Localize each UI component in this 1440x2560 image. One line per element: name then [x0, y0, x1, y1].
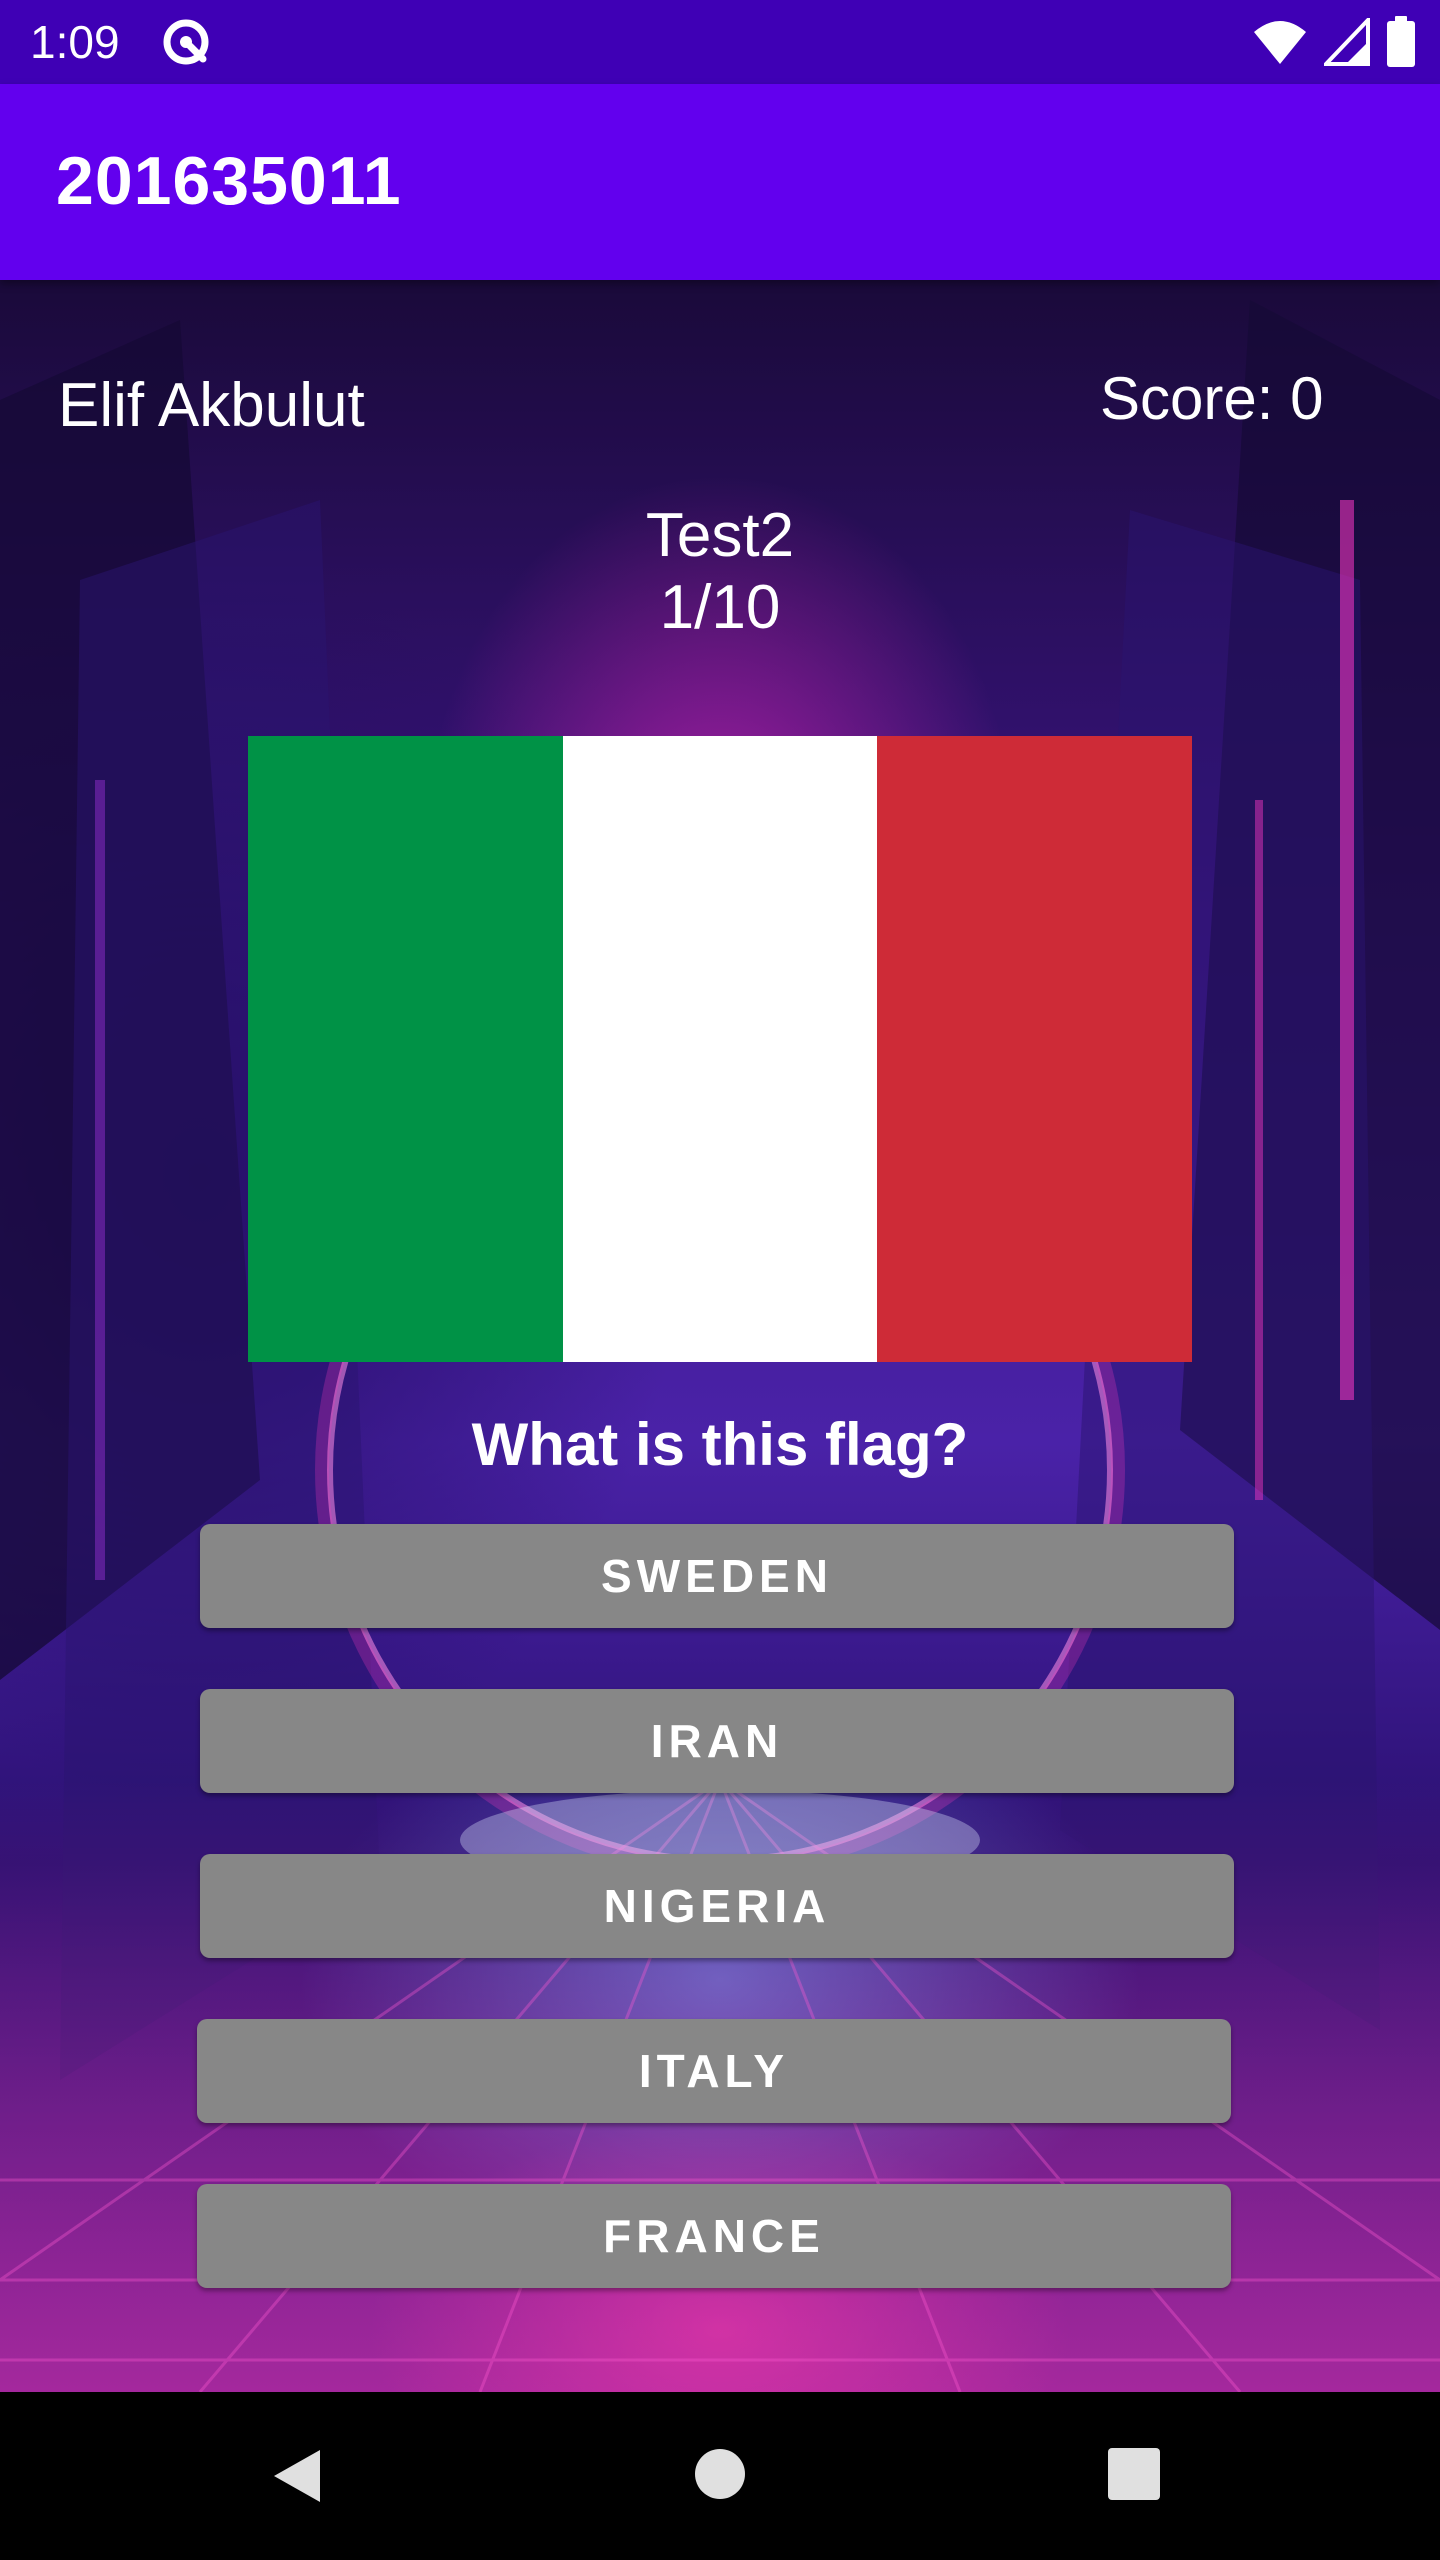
answer-button-5[interactable]: FRANCE	[197, 2184, 1231, 2288]
quiz-content: Elif Akbulut Score: 0 Test2 1/10 What is…	[0, 280, 1440, 2392]
app-bar: 201635011	[0, 84, 1440, 280]
answer-button-1[interactable]: SWEDEN	[200, 1524, 1234, 1628]
notification-icon	[160, 16, 212, 68]
screen: 1:09 201635011 Elif Akbulut Score: 0 Tes…	[0, 0, 1440, 2560]
question-text: What is this flag?	[471, 1411, 969, 1478]
status-bar: 1:09	[0, 0, 1440, 84]
status-time: 1:09	[30, 16, 120, 68]
wifi-icon	[1252, 18, 1308, 71]
score: Score: 0	[1100, 364, 1323, 433]
answer-button-3[interactable]: NIGERIA	[200, 1854, 1234, 1958]
flag-stripe-middle	[562, 736, 878, 1362]
back-icon[interactable]	[270, 2446, 326, 2511]
answer-button-4[interactable]: ITALY	[197, 2019, 1231, 2123]
score-value: 0	[1290, 365, 1324, 432]
flag-stripe-right	[877, 736, 1193, 1362]
battery-icon	[1386, 16, 1416, 73]
user-name: Elif Akbulut	[58, 371, 365, 440]
answer-button-2[interactable]: IRAN	[200, 1689, 1234, 1793]
recents-icon[interactable]	[1108, 2448, 1160, 2505]
score-label: Score:	[1100, 365, 1291, 432]
question-progress: 1/10	[659, 573, 781, 642]
test-name: Test2	[645, 501, 795, 570]
flag-stripe-left	[248, 736, 563, 1362]
home-icon[interactable]	[694, 2448, 746, 2505]
cellular-signal-icon	[1321, 15, 1370, 71]
app-title: 201635011	[56, 143, 402, 219]
navigation-bar	[0, 2392, 1440, 2560]
flag-image	[248, 736, 1193, 1362]
